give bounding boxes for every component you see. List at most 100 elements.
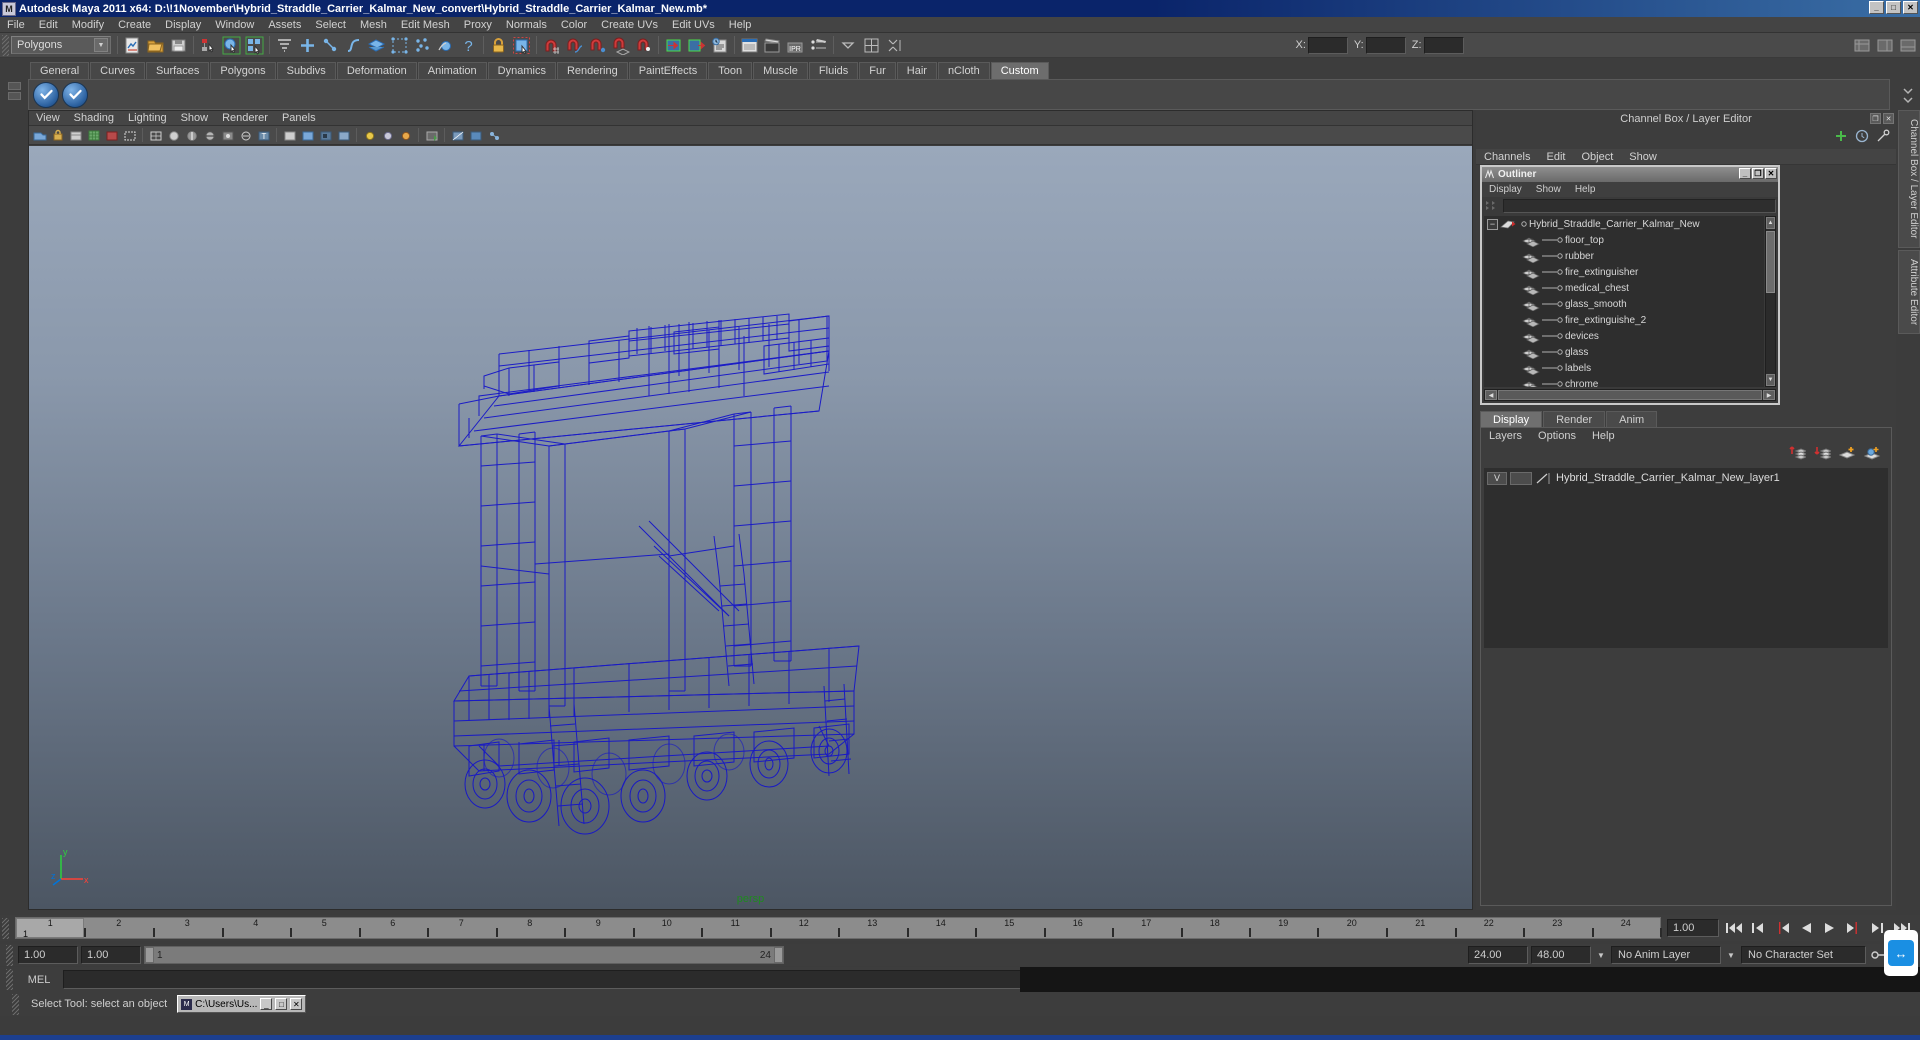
menuset-select[interactable]: Polygons ▼ — [11, 36, 111, 54]
outliner-menu-show[interactable]: Show — [1529, 182, 1568, 197]
face-mask-button[interactable] — [366, 35, 387, 56]
wireframe-on-shaded-icon[interactable] — [201, 127, 218, 143]
input-connections-button[interactable] — [663, 35, 684, 56]
two-sided-lighting-icon[interactable] — [335, 127, 352, 143]
menu-display[interactable]: Display — [158, 17, 208, 33]
channelbox-menu-edit[interactable]: Edit — [1538, 149, 1573, 165]
outliner-scroll-thumb[interactable] — [1766, 231, 1775, 293]
construction-history-button[interactable] — [709, 35, 730, 56]
taskbar-restore-button[interactable]: □ — [275, 998, 288, 1010]
use-all-lights-icon[interactable] — [299, 127, 316, 143]
smooth-shade-all-icon[interactable] — [165, 127, 182, 143]
output-connections-button[interactable] — [686, 35, 707, 56]
channelbox-add-icon[interactable] — [1834, 129, 1848, 148]
commandline-grip[interactable] — [6, 969, 13, 990]
irpr-render-button[interactable] — [762, 35, 783, 56]
outliner-expander-icon[interactable]: − — [1487, 218, 1498, 230]
anim-layer-chevron-icon[interactable]: ▼ — [1594, 947, 1608, 963]
outliner-item[interactable]: glass_smooth — [1484, 296, 1764, 312]
channelbox-menu-show[interactable]: Show — [1621, 149, 1665, 165]
snap-to-curve-button[interactable] — [564, 35, 585, 56]
shelf-tab-curves[interactable]: Curves — [90, 62, 145, 79]
viewport-canvas[interactable]: y x z persp — [29, 146, 1472, 909]
menu-file[interactable]: File — [0, 17, 32, 33]
shelf-tab-animation[interactable]: Animation — [417, 62, 487, 79]
layer-playback-toggle[interactable] — [1510, 471, 1532, 485]
range-start-field[interactable]: 1.00 — [81, 946, 141, 964]
outliner-item[interactable]: chrome — [1484, 376, 1764, 387]
exposure-icon[interactable] — [485, 127, 502, 143]
menu-mesh[interactable]: Mesh — [353, 17, 394, 33]
outliner-item[interactable]: devices — [1484, 328, 1764, 344]
x-coord-field[interactable] — [1307, 36, 1348, 54]
menu-help[interactable]: Help — [722, 17, 759, 33]
channelbox-menu-object[interactable]: Object — [1573, 149, 1621, 165]
command-language-label[interactable]: MEL — [19, 974, 59, 986]
shelf-tab-polygons[interactable]: Polygons — [210, 62, 276, 79]
menu-edit-mesh[interactable]: Edit Mesh — [394, 17, 457, 33]
outliner-item[interactable]: glass — [1484, 344, 1764, 360]
outliner-filter-icon[interactable] — [1484, 199, 1500, 212]
menu-proxy[interactable]: Proxy — [457, 17, 499, 33]
shelf-tab-fur[interactable]: Fur — [859, 62, 896, 79]
select-by-hierarchy-button[interactable] — [198, 35, 219, 56]
show-hide-panes-icon[interactable] — [861, 35, 882, 56]
helpline-grip[interactable] — [12, 993, 19, 1015]
layer-row[interactable]: V Hybrid_Straddle_Carrier_Kalmar_New_laye… — [1484, 470, 1888, 486]
menu-create-uvs[interactable]: Create UVs — [594, 17, 665, 33]
outliner-scroll-up-button[interactable]: ▲ — [1766, 217, 1775, 229]
shelf-tab-hair[interactable]: Hair — [896, 62, 937, 79]
menu-assets[interactable]: Assets — [261, 17, 308, 33]
light-blue-icon[interactable] — [379, 127, 396, 143]
select-by-component-button[interactable] — [244, 35, 265, 56]
render-settings-button[interactable] — [808, 35, 829, 56]
range-end-handle[interactable] — [774, 947, 783, 963]
outliner-vertical-scrollbar[interactable]: ▲ ▼ — [1765, 216, 1776, 387]
uv-mask-button[interactable] — [389, 35, 410, 56]
snap-to-plane-button[interactable] — [610, 35, 631, 56]
snap-to-view-button[interactable] — [633, 35, 654, 56]
outliner-close-button[interactable]: ✕ — [1765, 168, 1777, 179]
resolution-gate-icon[interactable] — [121, 127, 138, 143]
range-start-handle[interactable] — [145, 947, 154, 963]
joint-xray-icon[interactable] — [467, 127, 484, 143]
outliner-item[interactable]: medical_chest — [1484, 280, 1764, 296]
camera-attributes-icon[interactable] — [67, 127, 84, 143]
layer-menu-help[interactable]: Help — [1584, 428, 1623, 444]
step-forward-frame-button[interactable] — [1842, 918, 1866, 938]
select-by-object-button[interactable] — [221, 35, 242, 56]
playback-end-field[interactable]: 48.00 — [1531, 946, 1591, 964]
attribute-editor-toggle-icon[interactable] — [884, 35, 905, 56]
outliner-horizontal-scrollbar[interactable]: ◀ ▶ — [1484, 389, 1776, 401]
outliner-minimize-button[interactable]: _ — [1739, 168, 1751, 179]
irpr-region-button[interactable]: IPR — [785, 35, 806, 56]
shelf-tab-fluids[interactable]: Fluids — [808, 62, 859, 79]
use-default-lighting-icon[interactable] — [281, 127, 298, 143]
layer-list[interactable]: V Hybrid_Straddle_Carrier_Kalmar_New_laye… — [1484, 468, 1888, 648]
xray-icon[interactable] — [237, 127, 254, 143]
viewport-menu-show[interactable]: Show — [174, 111, 216, 126]
menu-create[interactable]: Create — [111, 17, 158, 33]
open-scene-button[interactable] — [145, 35, 166, 56]
shelf-tab-custom[interactable]: Custom — [990, 62, 1049, 79]
light-yellow-icon[interactable] — [361, 127, 378, 143]
channelbox-menu-channels[interactable]: Channels — [1476, 149, 1538, 165]
grid-toggle-icon[interactable] — [85, 127, 102, 143]
outliner-maximize-button[interactable]: ❐ — [1752, 168, 1764, 179]
timeslider-grip[interactable] — [2, 917, 9, 939]
shelf-tab-subdivs[interactable]: Subdivs — [276, 62, 336, 79]
step-back-frame-button[interactable] — [1770, 918, 1794, 938]
layer-editor-tab-display[interactable]: Display — [1480, 411, 1543, 427]
z-coord-field[interactable] — [1423, 36, 1464, 54]
minimize-button[interactable]: _ — [1869, 1, 1884, 14]
vertical-tab-channel-box-layer-editor[interactable]: Channel Box / Layer Editor — [1898, 110, 1920, 248]
menu-select[interactable]: Select — [308, 17, 353, 33]
outliner-item[interactable]: rubber — [1484, 248, 1764, 264]
layer-editor-tab-render[interactable]: Render — [1543, 411, 1606, 427]
outliner-scroll-left-button[interactable]: ◀ — [1485, 390, 1497, 400]
layer-editor-tab-anim[interactable]: Anim — [1606, 411, 1658, 427]
menu-edit[interactable]: Edit — [32, 17, 65, 33]
show-channelbox-icon[interactable] — [1852, 35, 1873, 56]
select-camera-icon[interactable] — [31, 127, 48, 143]
menu-modify[interactable]: Modify — [65, 17, 111, 33]
